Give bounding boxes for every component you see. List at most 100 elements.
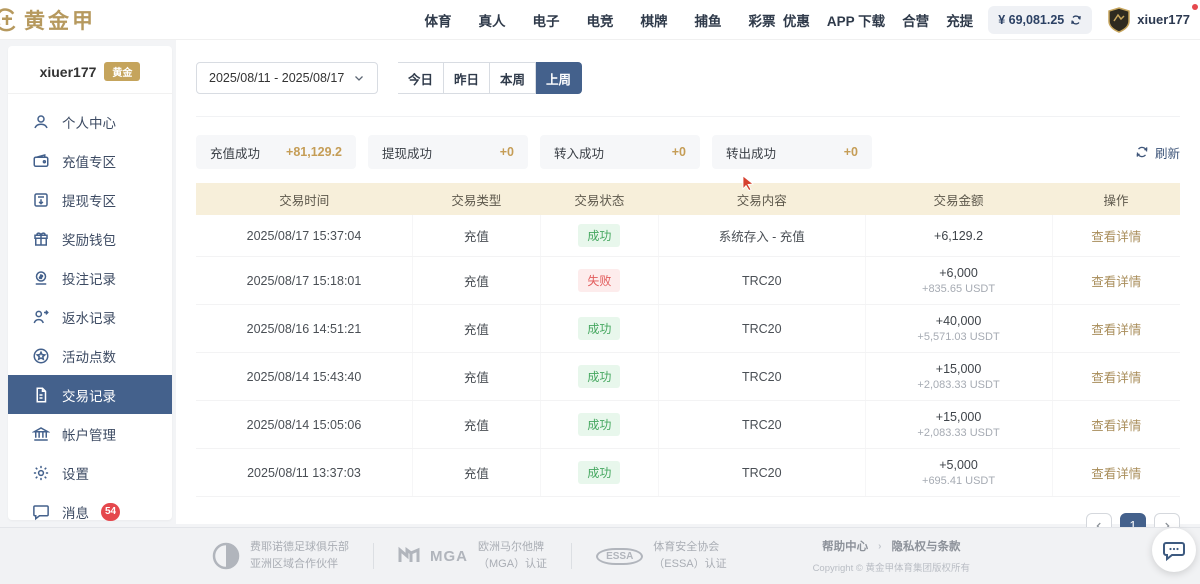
date-range-picker[interactable]: 2025/08/11 - 2025/08/17	[196, 62, 378, 94]
sidebar-item[interactable]: 消息 54	[8, 492, 172, 531]
privacy-terms-link[interactable]: 隐私权与条款	[891, 538, 960, 554]
chat-bubble-icon	[1162, 538, 1186, 562]
col-header-type: 交易类型	[412, 183, 540, 215]
cell-time: 2025/08/14 15:05:06	[196, 401, 412, 449]
cell-amount: +6,129.2	[865, 215, 1052, 257]
refresh-balance-icon[interactable]	[1070, 14, 1082, 26]
cell-type: 充值	[412, 401, 540, 449]
top-link[interactable]: 合营	[902, 10, 929, 30]
cell-time: 2025/08/17 15:37:04	[196, 215, 412, 257]
cell-content: TRC20	[658, 257, 865, 305]
summary-stat: 转出成功 +0	[712, 135, 872, 169]
cell-amount: +15,000 +2,083.33 USDT	[865, 401, 1052, 449]
help-center-link[interactable]: 帮助中心	[822, 538, 868, 554]
cell-time: 2025/08/14 15:43:40	[196, 353, 412, 401]
top-link[interactable]: 充提	[946, 10, 973, 30]
period-tab[interactable]: 本周	[490, 62, 536, 94]
vip-level-badge: 黄金	[104, 62, 140, 81]
essa-logo-icon: ESSA	[596, 548, 643, 565]
gift-icon	[32, 230, 50, 248]
top-link[interactable]: APP 下载	[827, 10, 885, 30]
amount-usdt: +2,083.33 USDT	[870, 379, 1048, 391]
table-row: 2025/08/14 15:43:40 充值 成功 TRC20 +15,000 …	[196, 353, 1180, 401]
message-icon	[32, 503, 50, 521]
cell-action: 查看详情	[1052, 449, 1180, 497]
deposit-icon	[32, 152, 50, 170]
avatar-shield-icon	[1107, 7, 1131, 33]
period-tab[interactable]: 上周	[536, 62, 582, 94]
nav-item[interactable]: 棋牌	[641, 10, 668, 30]
sidebar-item[interactable]: 奖励钱包	[8, 219, 172, 258]
view-details-link[interactable]: 查看详情	[1091, 230, 1141, 244]
period-tab[interactable]: 今日	[398, 62, 444, 94]
sidebar-item[interactable]: 个人中心	[8, 102, 172, 141]
status-badge: 成功	[578, 365, 620, 388]
sidebar-item[interactable]: 充值专区	[8, 141, 172, 180]
nav-item[interactable]: 电子	[533, 10, 560, 30]
col-header-content: 交易内容	[658, 183, 865, 215]
sidebar-item[interactable]: 返水记录	[8, 297, 172, 336]
view-details-link[interactable]: 查看详情	[1091, 419, 1141, 433]
transactions-table: 交易时间 交易类型 交易状态 交易内容 交易金额 操作 2025/08/17 1…	[196, 183, 1180, 497]
nav-item[interactable]: 体育	[425, 10, 452, 30]
cell-action: 查看详情	[1052, 401, 1180, 449]
view-details-link[interactable]: 查看详情	[1091, 467, 1141, 481]
top-links: 优惠 APP 下载合营充提	[783, 10, 973, 30]
amount-value: +6,000	[870, 266, 1048, 280]
status-badge: 失败	[578, 269, 620, 292]
cell-content: TRC20	[658, 449, 865, 497]
cert-line2: （ESSA）认证	[653, 556, 726, 573]
cell-content: TRC20	[658, 401, 865, 449]
sidebar-item[interactable]: 活动点数	[8, 336, 172, 375]
bank-icon	[32, 425, 50, 443]
cell-status: 成功	[540, 449, 658, 497]
top-link[interactable]: 优惠	[783, 10, 810, 30]
nav-item[interactable]: 电竞	[587, 10, 614, 30]
link-separator: ›	[878, 541, 881, 552]
refresh-button[interactable]: 刷新	[1135, 143, 1180, 162]
divider	[571, 543, 572, 569]
cell-status: 成功	[540, 305, 658, 353]
cell-amount: +6,000 +835.65 USDT	[865, 257, 1052, 305]
mga-logo-text: MGA	[430, 548, 468, 565]
sidebar-item[interactable]: 交易记录	[8, 375, 172, 414]
nav-item[interactable]: 捕鱼	[695, 10, 722, 30]
club-logo-icon	[212, 542, 240, 570]
view-details-link[interactable]: 查看详情	[1091, 323, 1141, 337]
cell-content: TRC20	[658, 305, 865, 353]
summary-stats: 充值成功 +81,129.2 提现成功 +0 转入成功 +0 转出成功 +0	[196, 135, 872, 169]
amount-value: +15,000	[870, 362, 1048, 376]
brand-logo[interactable]: 黄金甲	[2, 5, 96, 35]
essa-cert: ESSA 体育安全协会 （ESSA）认证	[596, 539, 727, 573]
sidebar-username: xiuer177	[40, 64, 97, 80]
view-details-link[interactable]: 查看详情	[1091, 371, 1141, 385]
view-details-link[interactable]: 查看详情	[1091, 275, 1141, 289]
sidebar-item[interactable]: 提现专区	[8, 180, 172, 219]
sidebar-item[interactable]: 帐户管理	[8, 414, 172, 453]
cell-action: 查看详情	[1052, 305, 1180, 353]
nav-item[interactable]: 真人	[479, 10, 506, 30]
cert-line1: 费耶诺德足球俱乐部	[250, 539, 349, 556]
cell-content: TRC20	[658, 353, 865, 401]
amount-value: +6,129.2	[870, 229, 1048, 243]
unread-count-badge: 54	[101, 503, 120, 521]
copyright-text: Copyright © 黄金甲体育集团版权所有	[813, 560, 970, 574]
cell-status: 成功	[540, 215, 658, 257]
sidebar-item[interactable]: 投注记录	[8, 258, 172, 297]
divider	[373, 543, 374, 569]
live-chat-button[interactable]	[1152, 528, 1196, 572]
notification-dot	[1192, 4, 1198, 10]
balance-display[interactable]: ¥ 69,081.25	[988, 6, 1092, 34]
cell-time: 2025/08/16 14:51:21	[196, 305, 412, 353]
status-badge: 成功	[578, 461, 620, 484]
user-menu[interactable]: xiuer177	[1107, 7, 1190, 33]
cell-time: 2025/08/11 13:37:03	[196, 449, 412, 497]
nav-item[interactable]: 彩票	[749, 10, 776, 30]
sidebar-item[interactable]: 设置	[8, 453, 172, 492]
cert-line1: 欧洲马尔他牌	[478, 539, 547, 556]
amount-usdt: +2,083.33 USDT	[870, 427, 1048, 439]
footer: 费耶诺德足球俱乐部 亚洲区域合作伙伴 MGA 欧洲马尔他牌 （MGA）认证 ES…	[0, 527, 1200, 584]
cell-type: 充值	[412, 353, 540, 401]
star-circle-icon	[32, 347, 50, 365]
period-tab[interactable]: 昨日	[444, 62, 490, 94]
